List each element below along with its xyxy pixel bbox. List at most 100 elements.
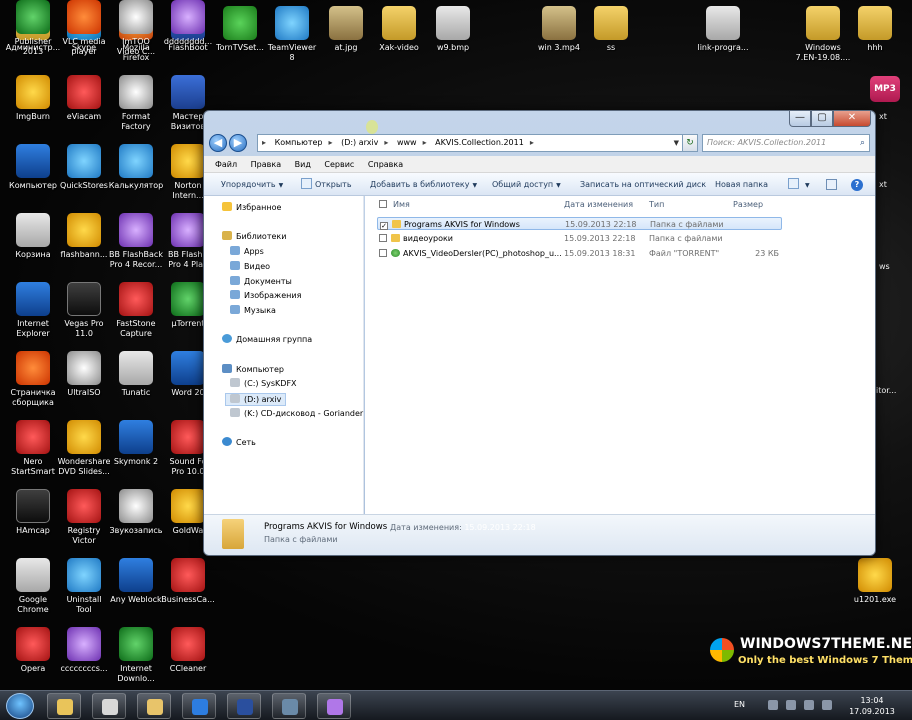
language-indicator[interactable]: EN xyxy=(734,700,745,709)
nav-favorites[interactable]: Избранное xyxy=(222,202,281,213)
column-name[interactable]: Имя xyxy=(393,196,410,214)
folder-icon: ▸ xyxy=(262,138,267,147)
taskbar-app-button[interactable] xyxy=(137,693,171,719)
view-grid-icon xyxy=(788,178,799,189)
computer-icon xyxy=(16,144,50,178)
mp3-edge-icon[interactable]: MP3 xyxy=(852,76,912,102)
minimize-button[interactable]: — xyxy=(789,111,811,127)
taskbar-app-button[interactable] xyxy=(47,693,81,719)
calculator-icon xyxy=(119,144,153,178)
edge-label-xt: xt xyxy=(879,112,887,121)
organize-button[interactable]: Упорядочить ▼ xyxy=(221,173,283,197)
share-button[interactable]: Общий доступ ▼ xyxy=(492,173,561,197)
chevron-right-icon[interactable]: ▸ xyxy=(329,135,333,151)
desktop-shortcut[interactable]: hhh xyxy=(842,6,908,53)
title-bar[interactable]: — ▢ ✕ xyxy=(204,111,875,131)
nav-lib-music[interactable]: Музыка xyxy=(230,305,276,316)
nav-drive-d[interactable]: (D:) arxiv xyxy=(225,393,287,406)
tray-flag-icon[interactable] xyxy=(786,700,796,710)
taskbar-app-button[interactable] xyxy=(227,693,261,719)
nav-homegroup[interactable]: Домашняя группа xyxy=(222,334,312,345)
nav-lib-documents[interactable]: Документы xyxy=(230,276,292,287)
taskbar-app-button[interactable] xyxy=(272,693,306,719)
file-name-text: видеоуроки xyxy=(403,234,453,243)
nav-drive-c[interactable]: (C:) SysKDFX xyxy=(230,378,297,389)
breadcrumb-drive-d[interactable]: (D:) arxiv xyxy=(341,135,378,151)
nav-computer[interactable]: Компьютер xyxy=(222,364,284,375)
menu-edit[interactable]: Правка xyxy=(251,156,281,173)
file-row[interactable]: AKVIS_VideoDersler(PC)_photoshop_u... 15.… xyxy=(377,247,782,260)
nav-lib-images[interactable]: Изображения xyxy=(230,290,301,301)
menu-view[interactable]: Вид xyxy=(295,156,311,173)
desktop-shortcut[interactable]: u1201.exe xyxy=(842,558,908,605)
desktop-shortcut[interactable]: ss xyxy=(578,6,644,53)
address-bar[interactable]: ▸ Компьютер ▸ (D:) arxiv ▸ www ▸ AKVIS.Coll… xyxy=(257,134,698,152)
nav-lib-video[interactable]: Видео xyxy=(230,261,270,272)
file-row[interactable]: видеоуроки 15.09.2013 22:18 Папка с файлам… xyxy=(377,232,782,245)
help-icon[interactable]: ? xyxy=(851,179,863,191)
nav-network[interactable]: Сеть xyxy=(222,437,256,448)
file-name[interactable]: видеоуроки xyxy=(391,232,561,245)
chevron-right-icon[interactable]: ▸ xyxy=(423,135,427,151)
maximize-button[interactable]: ▢ xyxy=(811,111,833,127)
desktop-shortcut[interactable]: CCleaner xyxy=(155,627,221,674)
new-folder-button[interactable]: Новая папка xyxy=(715,173,768,196)
desktop-shortcut[interactable]: BusinessCa... xyxy=(155,558,221,605)
nav-lib-documents-label: Документы xyxy=(244,277,292,286)
clock[interactable]: 13:04 17.09.2013 xyxy=(846,695,898,717)
file-name[interactable]: AKVIS_VideoDersler(PC)_photoshop_u... xyxy=(391,247,561,260)
search-icon[interactable]: ⌕ xyxy=(860,135,865,151)
refresh-button[interactable]: ↻ xyxy=(682,134,698,152)
preview-pane-icon[interactable] xyxy=(826,179,837,190)
address-dropdown-icon[interactable]: ▼ xyxy=(674,135,679,151)
desktop-shortcut[interactable]: link-progra... xyxy=(690,6,756,53)
row-checkbox[interactable] xyxy=(379,247,387,260)
open-button[interactable]: Открыть xyxy=(301,173,352,196)
utorrent-icon xyxy=(171,282,205,316)
nav-libraries-label: Библиотеки xyxy=(236,232,287,241)
text-file-icon xyxy=(706,6,740,40)
tray-volume-icon[interactable] xyxy=(822,700,832,710)
nav-libraries[interactable]: Библиотеки xyxy=(222,231,286,242)
desktop-shortcut[interactable]: w9.bmp xyxy=(420,6,486,53)
chevron-right-icon[interactable]: ▸ xyxy=(384,135,388,151)
nav-drive-k[interactable]: (K:) CD-дисковод - Goriander xyxy=(230,408,363,419)
menu-help[interactable]: Справка xyxy=(368,156,403,173)
tray-network-icon[interactable] xyxy=(804,700,814,710)
file-name[interactable]: Programs AKVIS for Windows xyxy=(392,218,562,231)
file-row[interactable]: ✓ Programs AKVIS for Windows 15.09.2013 22… xyxy=(377,217,782,230)
burn-button[interactable]: Записать на оптический диск xyxy=(580,173,706,196)
desktop-shortcut[interactable]: dddddddd... xyxy=(155,0,221,47)
forward-button[interactable]: ▶ xyxy=(229,134,247,152)
menu-file[interactable]: Файл xyxy=(215,156,237,173)
breadcrumb-www[interactable]: www xyxy=(397,135,417,151)
breadcrumb-akvis[interactable]: AKVIS.Collection.2011 xyxy=(435,135,524,151)
add-to-library-button[interactable]: Добавить в библиотеку ▼ xyxy=(370,173,477,197)
bb-flashback-player-icon xyxy=(171,213,205,247)
close-button[interactable]: ✕ xyxy=(833,111,871,127)
tray-up-arrow-icon[interactable] xyxy=(768,700,778,710)
taskbar-app-button[interactable] xyxy=(182,693,216,719)
desktop-shortcut-label: dddddddd... xyxy=(163,37,213,46)
row-checkbox[interactable]: ✓ xyxy=(380,218,388,231)
view-options-button[interactable]: ▼ xyxy=(788,173,810,197)
search-input[interactable]: Поиск: AKVIS.Collection.2011 ⌕ xyxy=(702,134,870,152)
select-all-checkbox[interactable] xyxy=(379,196,387,214)
row-checkbox[interactable] xyxy=(379,232,387,245)
eviacam-icon xyxy=(67,75,101,109)
chevron-right-icon[interactable]: ▸ xyxy=(530,135,534,151)
breadcrumb-computer[interactable]: Компьютер xyxy=(275,135,323,151)
column-type[interactable]: Тип xyxy=(649,196,664,214)
explorer-window[interactable]: — ▢ ✕ ◀ ▶ ▸ Компьютер ▸ (D:) arxiv ▸ www ▸ … xyxy=(203,110,876,556)
column-date[interactable]: Дата изменения xyxy=(564,196,633,214)
taskbar-app-button[interactable] xyxy=(92,693,126,719)
nav-lib-apps[interactable]: Apps xyxy=(230,246,264,257)
taskbar-app-button[interactable] xyxy=(317,693,351,719)
column-size[interactable]: Размер xyxy=(733,196,763,214)
menu-tools[interactable]: Сервис xyxy=(324,156,354,173)
start-button[interactable] xyxy=(6,693,34,719)
nav-drive-k-label: (K:) CD-дисковод - Goriander xyxy=(244,409,364,418)
taskbar: EN 13:04 17.09.2013 xyxy=(0,690,912,720)
watermark-title: WINDOWS7THEME.NET xyxy=(740,636,912,652)
back-button[interactable]: ◀ xyxy=(209,134,227,152)
